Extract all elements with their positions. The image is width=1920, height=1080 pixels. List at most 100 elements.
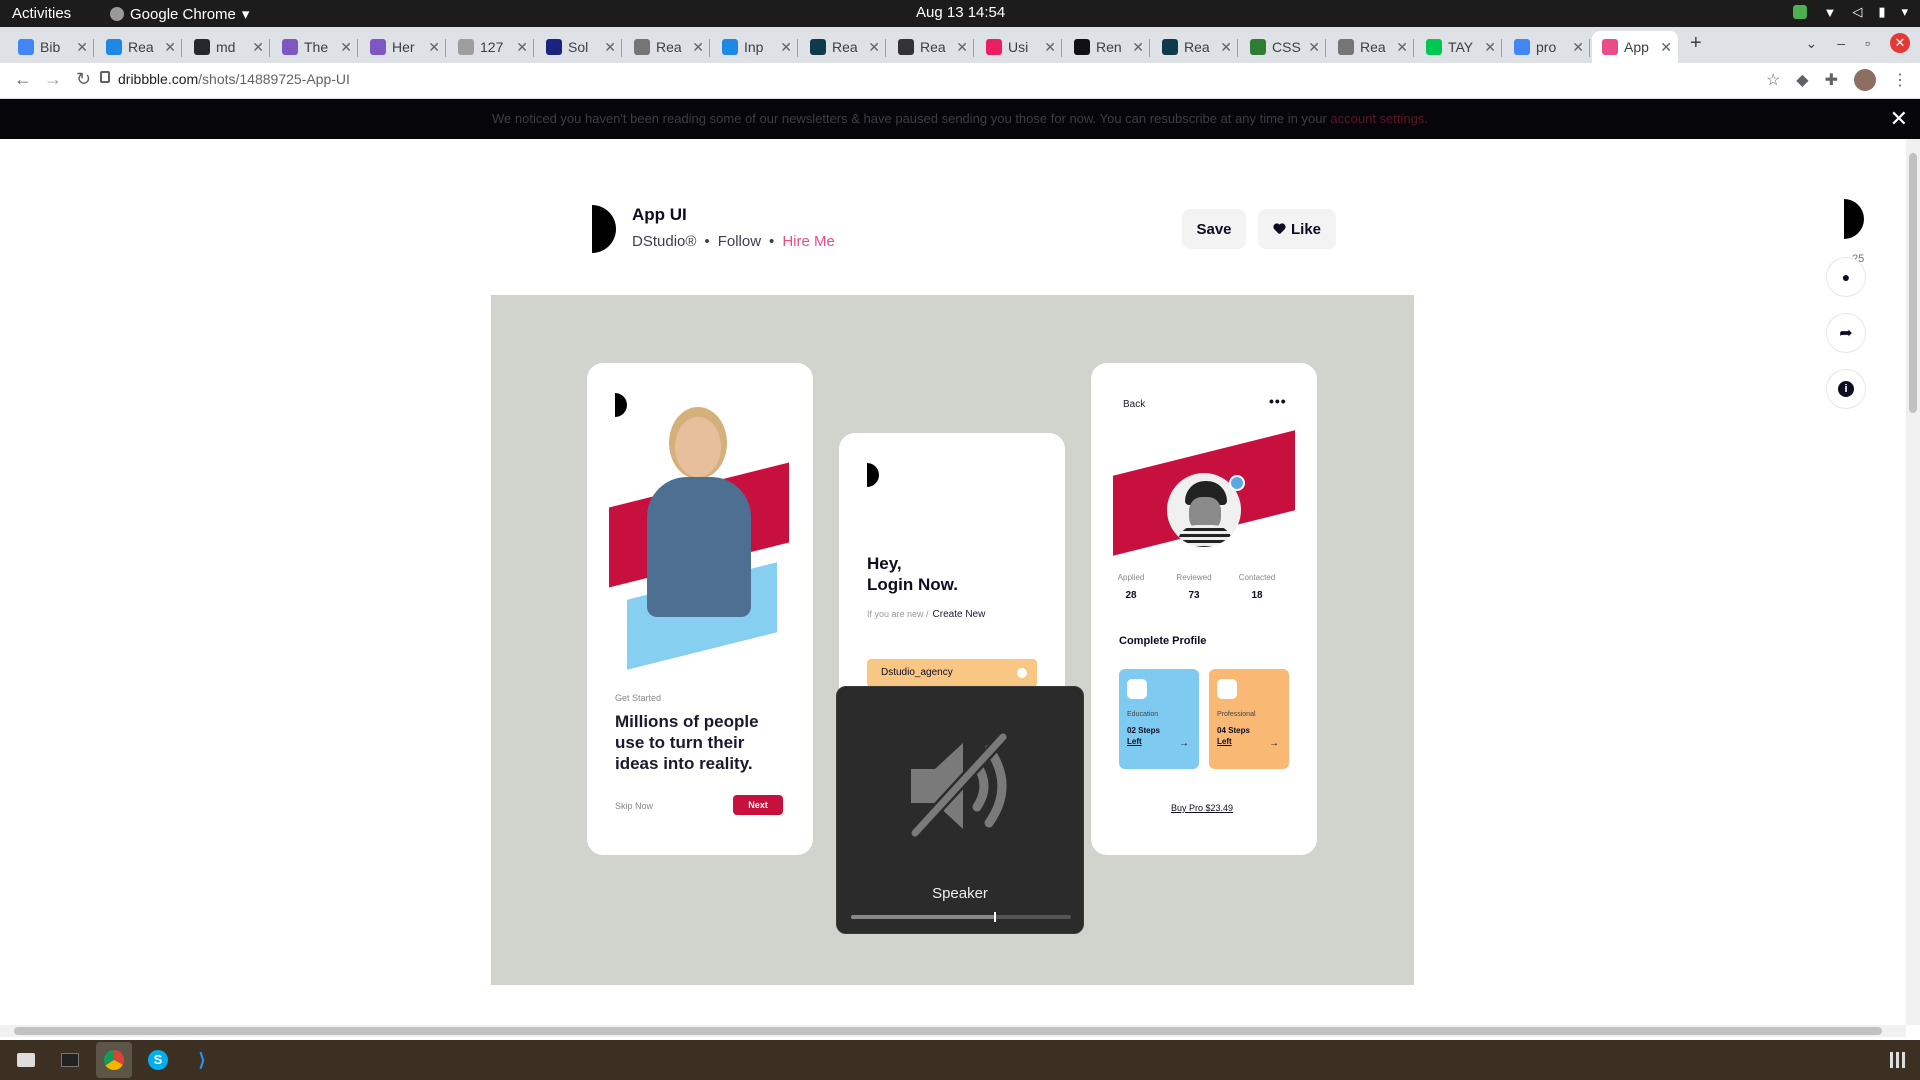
extensions-puzzle-icon[interactable]: ✚ (1825, 70, 1838, 90)
tab-label: Usi (1008, 39, 1029, 55)
mockup-login-heading: Hey, Login Now. (867, 553, 958, 595)
browser-tab[interactable]: Rea ✕ (96, 31, 182, 63)
favicon-icon (282, 39, 298, 55)
author-avatar[interactable] (592, 205, 616, 253)
terminal-app[interactable] (52, 1042, 88, 1078)
hire-me-link[interactable]: Hire Me (782, 233, 835, 250)
browser-tab[interactable]: The ✕ (272, 31, 358, 63)
vertical-scrollbar[interactable] (1906, 139, 1920, 1025)
lock-icon[interactable] (100, 71, 110, 83)
author-name[interactable]: DStudio® (632, 233, 696, 250)
system-tray[interactable]: ▼ ◁ ▮ ▾ (1793, 4, 1908, 20)
clock[interactable]: Aug 13 14:54 (916, 4, 1005, 21)
minimize-button[interactable]: – (1837, 35, 1845, 51)
tab-label: md (216, 39, 236, 55)
share-button[interactable]: ➦ (1826, 313, 1866, 353)
tab-close-icon[interactable]: ✕ (1220, 39, 1232, 56)
close-icon[interactable]: ✕ (1890, 99, 1908, 139)
tab-close-icon[interactable]: ✕ (604, 39, 616, 56)
browser-tab[interactable]: Rea ✕ (800, 31, 886, 63)
window-controls: ⌄ – ▫ ✕ (1806, 33, 1910, 53)
osd-output-label: Speaker (932, 885, 988, 902)
like-button[interactable]: Like (1258, 209, 1336, 249)
browser-tab[interactable]: Rea ✕ (1152, 31, 1238, 63)
stat-label: Contacted (1238, 573, 1276, 582)
browser-tab[interactable]: md ✕ (184, 31, 270, 63)
tab-close-icon[interactable]: ✕ (956, 39, 968, 56)
show-apps-grid-icon[interactable] (1890, 1052, 1906, 1068)
restore-button[interactable]: ▫ (1865, 35, 1870, 51)
tab-close-icon[interactable]: ✕ (76, 39, 88, 56)
share-icon: ➦ (1839, 325, 1853, 342)
favicon-icon (1250, 39, 1266, 55)
tab-close-icon[interactable]: ✕ (1132, 39, 1144, 56)
tab-close-icon[interactable]: ✕ (1396, 39, 1408, 56)
account-settings-link[interactable]: account settings. (1330, 111, 1428, 126)
info-button[interactable]: i (1826, 369, 1866, 409)
favicon-icon (898, 39, 914, 55)
browser-tab[interactable]: Inp ✕ (712, 31, 798, 63)
browser-tab[interactable]: Sol ✕ (536, 31, 622, 63)
browser-tab[interactable]: TAY ✕ (1416, 31, 1502, 63)
profile-avatar[interactable] (1854, 69, 1876, 91)
tab-close-icon[interactable]: ✕ (1660, 39, 1672, 56)
volume-icon: ◁ (1852, 4, 1863, 19)
mockup-username-field: Dstudio_agency (867, 659, 1037, 687)
scrollbar-thumb[interactable] (1909, 153, 1917, 413)
browser-tab[interactable]: Bib ✕ (8, 31, 94, 63)
tab-active[interactable]: App ✕ (1592, 31, 1678, 63)
tab-close-icon[interactable]: ✕ (1044, 39, 1056, 56)
tab-close-icon[interactable]: ✕ (340, 39, 352, 56)
tab-close-icon[interactable]: ✕ (868, 39, 880, 56)
horizontal-scrollbar[interactable] (0, 1025, 1906, 1037)
tab-close-icon[interactable]: ✕ (1484, 39, 1496, 56)
browser-tab[interactable]: CSS ✕ (1240, 31, 1326, 63)
tab-search-icon[interactable]: ⌄ (1806, 35, 1818, 52)
tab-close-icon[interactable]: ✕ (428, 39, 440, 56)
chrome-app[interactable] (96, 1042, 132, 1078)
back-button[interactable]: ← (14, 69, 32, 90)
app-menu[interactable]: Google Chrome ▾ (110, 5, 249, 23)
tab-close-icon[interactable]: ✕ (1572, 39, 1584, 56)
save-button[interactable]: Save (1182, 209, 1246, 249)
bookmark-star-icon[interactable]: ☆ (1766, 70, 1780, 90)
forward-button[interactable]: → (44, 69, 62, 90)
address-bar[interactable]: dribbble.com/shots/14889725-App-UI (118, 71, 350, 87)
folder-icon (17, 1053, 35, 1067)
browser-tab[interactable]: pro ✕ (1504, 31, 1590, 63)
reload-button[interactable]: ↻ (76, 69, 91, 90)
browser-tab[interactable]: Her ✕ (360, 31, 446, 63)
tab-close-icon[interactable]: ✕ (692, 39, 704, 56)
mockup-education-card: Education 02 Steps Left → (1119, 669, 1199, 769)
files-app[interactable] (8, 1042, 44, 1078)
tab-close-icon[interactable]: ✕ (780, 39, 792, 56)
skype-app[interactable]: S (140, 1042, 176, 1078)
newsletter-banner: We noticed you haven't been reading some… (0, 99, 1920, 139)
scrollbar-thumb[interactable] (14, 1027, 1882, 1035)
author-avatar-side[interactable] (1844, 199, 1864, 239)
tab-close-icon[interactable]: ✕ (516, 39, 528, 56)
stat-label: Applied (1117, 573, 1145, 582)
shot-title: App UI (632, 205, 687, 224)
vscode-app[interactable]: ⟩ (184, 1042, 220, 1078)
extension-icon[interactable]: ◆ (1796, 70, 1808, 90)
tab-label: Rea (920, 39, 946, 55)
browser-tab[interactable]: Rea ✕ (888, 31, 974, 63)
browser-tab[interactable]: Rea ✕ (1328, 31, 1414, 63)
mockup-new-question: If you are new / Create New (867, 609, 985, 620)
browser-tab[interactable]: Usi ✕ (976, 31, 1062, 63)
browser-tab[interactable]: Ren ✕ (1064, 31, 1150, 63)
comments-button[interactable]: ● (1826, 257, 1866, 297)
new-tab-button[interactable]: + (1690, 32, 1702, 55)
tab-close-icon[interactable]: ✕ (252, 39, 264, 56)
tab-close-icon[interactable]: ✕ (164, 39, 176, 56)
favicon-icon (370, 39, 386, 55)
menu-kebab-icon[interactable]: ⋮ (1892, 70, 1908, 90)
activities-button[interactable]: Activities (12, 5, 71, 22)
close-window-button[interactable]: ✕ (1890, 33, 1910, 53)
woman-head (675, 417, 721, 477)
tab-close-icon[interactable]: ✕ (1308, 39, 1320, 56)
follow-link[interactable]: Follow (718, 233, 761, 250)
browser-tab[interactable]: 127 ✕ (448, 31, 534, 63)
browser-tab[interactable]: Rea ✕ (624, 31, 710, 63)
